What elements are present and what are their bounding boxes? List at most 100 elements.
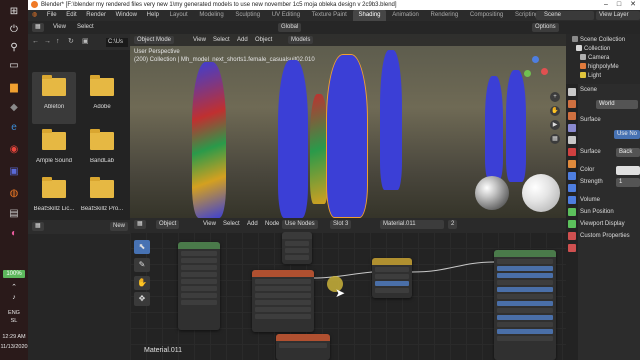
use-nodes-button[interactable]: Use No [614,130,640,139]
close-button[interactable]: ✕ [630,1,636,8]
tab-shading[interactable]: Shading [353,10,386,21]
custom-properties-section[interactable]: Custom Properties [580,232,640,241]
world-selector[interactable]: World [596,100,638,109]
surface-section-header[interactable]: Surface [580,116,640,125]
tab-uv-editing[interactable]: UV Editing [267,10,305,21]
node-editor-type-button[interactable]: ▦ [134,220,146,229]
zoom-icon[interactable]: + [550,92,560,102]
back-icon[interactable]: ← [32,38,41,46]
constraints-tab-icon[interactable] [568,208,576,216]
forward-icon[interactable]: → [44,38,53,46]
figure-blue[interactable] [278,60,308,218]
menu-help[interactable]: Help [143,10,163,21]
camera-view-icon[interactable]: ▶ [550,120,560,130]
navigation-gizmo[interactable] [522,56,548,82]
maximize-button[interactable]: □ [617,1,621,8]
options-dropdown[interactable]: Options [532,23,559,32]
3d-viewport[interactable]: Object Mode View Select Add Object Model… [130,34,566,218]
shader-type-dropdown[interactable]: Object [156,220,180,229]
transform-orientation-dropdown[interactable]: Global [278,23,302,32]
chrome-icon[interactable]: ◉ [5,142,23,156]
use-nodes-checkbox[interactable]: Use Nodes [282,220,318,229]
node-add-menu[interactable]: Add [244,220,261,229]
figure-blue-back[interactable] [380,50,402,190]
figure-blue-right-1[interactable] [485,76,503,180]
sun-position-section[interactable]: Sun Position [580,208,640,217]
edge-icon[interactable]: e [5,120,23,134]
perspective-toggle-icon[interactable]: ▦ [550,134,560,144]
shader-node-editor[interactable]: ⬉ ✎ ✋ ✥ ➤ Material.011 [130,232,566,360]
material-name-field[interactable]: Material.011 [380,220,444,229]
volume-icon[interactable]: ♪ [5,290,23,304]
material-tab-icon[interactable] [568,232,576,240]
node-select-menu[interactable]: Select [220,220,243,229]
viewport-view-menu[interactable]: View [190,36,209,44]
outliner-row[interactable]: Camera [566,54,640,63]
blender-icon[interactable]: ◍ [5,186,23,200]
editor-type-button[interactable]: ▦ [32,23,44,32]
app-icon[interactable]: ◆ [5,100,23,114]
outliner-row[interactable]: Light [566,72,640,81]
tool-tab-icon[interactable] [568,88,576,96]
figure-selected[interactable] [326,54,368,218]
viewport-object-menu[interactable]: Object [252,36,275,44]
outliner-row[interactable]: Scene Collection [566,36,640,45]
folder-item[interactable]: Ample Sound [32,126,76,178]
tab-texture-paint[interactable]: Texture Paint [307,10,352,21]
file-explorer-icon[interactable]: ▆ [5,80,23,94]
pan-hand-icon[interactable]: ✋ [550,106,560,116]
render-tab-icon[interactable] [568,100,576,108]
volume-section[interactable]: Volume [580,196,640,205]
menu-file[interactable]: File [43,10,61,21]
menu-render[interactable]: Render [82,10,110,21]
object-mode-dropdown[interactable]: Object Mode [134,36,175,44]
figure-blue-right-2[interactable] [506,70,526,182]
new-button[interactable]: New [110,222,129,231]
tab-layout[interactable]: Layout [165,10,193,21]
path-field[interactable]: C:\Us [106,38,128,47]
tab-compositing[interactable]: Compositing [465,10,508,21]
app-icon-2[interactable]: ▣ [5,164,23,178]
physics-tab-icon[interactable] [568,196,576,204]
object-tab-icon[interactable] [568,160,576,168]
node-view-menu[interactable]: View [200,220,219,229]
texture-tab-icon[interactable] [568,244,576,252]
minimize-button[interactable]: – [604,1,608,8]
view-layer-selector[interactable]: View Layer [596,11,640,20]
language-indicator[interactable]: ENG [0,310,28,316]
editor-type-button[interactable]: ▦ [32,222,44,231]
folder-item[interactable]: BandLab [80,126,124,178]
folder-item[interactable]: Adobe [80,72,124,124]
node-node-menu[interactable]: Node [262,220,282,229]
folder-item[interactable]: Ableton [32,72,76,124]
tab-rendering[interactable]: Rendering [426,10,464,21]
outliner-row[interactable]: Collection [566,45,640,54]
viewport-select-menu[interactable]: Select [210,36,233,44]
windows-start-icon[interactable]: ⊞ [5,4,23,18]
material-users-count[interactable]: 2 [448,220,458,229]
tab-modeling[interactable]: Modeling [194,10,228,21]
outliner-row[interactable]: highpolyMe [566,63,640,72]
search-icon[interactable]: ⚲ [5,40,23,54]
clock-time[interactable]: 12:29 AM [0,334,28,340]
view-layer-tab-icon[interactable] [568,124,576,132]
task-view-icon[interactable]: ▭ [5,58,23,72]
viewport-add-menu[interactable]: Add [234,36,251,44]
models-dropdown[interactable]: Models [288,36,314,44]
gizmo-y-axis[interactable] [524,70,531,77]
world-tab-icon[interactable] [568,148,576,156]
particles-tab-icon[interactable] [568,184,576,192]
folder-item[interactable]: BeatSkillz Pro... [80,174,124,226]
figure-patterned[interactable] [192,62,226,218]
viewport-display-section[interactable]: Viewport Display [580,220,640,229]
tab-sculpting[interactable]: Sculpting [230,10,265,21]
output-tab-icon[interactable] [568,112,576,120]
scene-selector[interactable]: Scene [536,11,594,20]
tab-animation[interactable]: Animation [387,10,424,21]
select-menu[interactable]: Select [74,23,97,32]
data-tab-icon[interactable] [568,220,576,228]
color-swatch[interactable] [616,166,640,175]
scene-tab-icon[interactable] [568,136,576,144]
refresh-icon[interactable]: ↻ [68,38,77,46]
battery-indicator[interactable]: 100% [3,270,25,278]
